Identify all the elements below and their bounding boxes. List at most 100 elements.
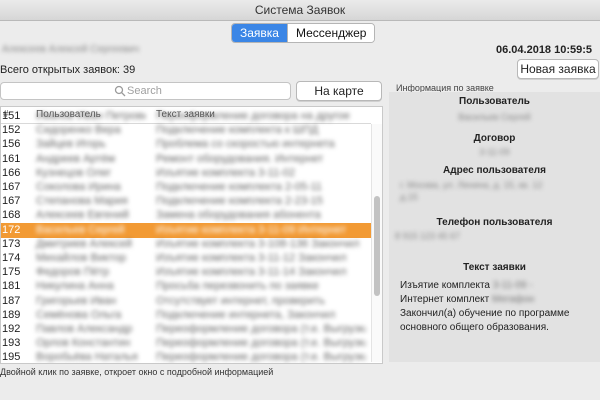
table-row[interactable]: 174 Михайлов Виктор Изъятие комплекта 3-11… — [1, 251, 371, 266]
row-text: Изъятие комплекта 3-11-09 Интернет — [156, 223, 347, 236]
search-placeholder: Search — [127, 85, 162, 97]
current-datetime: 06.04.2018 10:59:5 — [496, 44, 593, 56]
info-user-label: Пользователь — [459, 96, 530, 107]
row-user: Михайлов Виктор — [36, 252, 127, 264]
info-address-label: Адрес пользователя — [443, 165, 546, 176]
window-title: Система Заявок — [254, 3, 346, 17]
mode-segmented-control: Заявка Мессенджер — [231, 23, 376, 43]
info-address-line2: д.15 — [400, 192, 418, 202]
row-text: Изъятие комплекта 3-11-02 — [156, 166, 296, 179]
row-user: Григорьев Иван — [36, 294, 117, 307]
row-user: Алексеев Евгений — [36, 209, 129, 222]
row-user: Семёнова Ольга — [36, 308, 122, 321]
row-number: 168 — [2, 209, 21, 222]
new-request-button[interactable]: Новая заявка — [517, 59, 599, 79]
row-text: Изъятие комплекта 3-11-14 Закончил — [156, 266, 347, 279]
row-user: Васильев Сергей — [36, 223, 125, 236]
row-number: 172 — [2, 223, 21, 236]
row-user: Степанова Мария — [36, 195, 128, 208]
info-request-line4: основного общего образования. — [400, 322, 549, 333]
row-text: Подключение комплекта 2-23-15 — [156, 195, 323, 208]
row-text: Проблема со скоростью интернета — [156, 138, 335, 151]
row-number: 192 — [2, 323, 21, 335]
row-text: Отсутствует интернет, проверить — [156, 294, 325, 307]
row-user: Павлов Александр — [36, 323, 133, 335]
row-user: Федоров Пётр — [36, 266, 110, 279]
row-number: 152 — [2, 124, 21, 137]
table-row[interactable]: 172 Васильев Сергей Изъятие комплекта 3-11… — [1, 222, 371, 238]
info-request-line1-blur: 3-11-09 - — [492, 280, 533, 291]
info-request-line2-blur: Мегафон — [492, 294, 535, 305]
requests-table: # Пользователь Текст заявки 151 Иванов Ив… — [0, 106, 383, 364]
row-text: Изъятие комплекта 3-11-12 Закончил — [156, 252, 347, 264]
table-row[interactable]: 166 Кузнецов Олег Изъятие комплекта 3-11-0… — [1, 166, 371, 181]
row-number: 167 — [2, 181, 21, 193]
row-user: Никулина Анна — [36, 280, 114, 293]
row-number: 193 — [2, 337, 21, 350]
table-row[interactable]: 152 Сидоренко Вера Подключение комплекта к… — [1, 123, 371, 138]
row-text: Ремонт оборудования. Интернет — [156, 152, 324, 165]
table-row[interactable]: 168 Алексеев Евгений Замена оборудования а… — [1, 208, 371, 223]
row-user: Сидоренко Вера — [36, 124, 121, 137]
row-user: Соколова Ирина — [36, 181, 121, 193]
row-number: 166 — [2, 166, 21, 179]
search-input[interactable]: Search — [0, 82, 291, 100]
row-text: Просьба перезвонить по заявке — [156, 280, 319, 293]
open-requests-count: Всего открытых заявок: 39 — [0, 64, 136, 76]
tab-request[interactable]: Заявка — [232, 24, 287, 42]
row-number: 161 — [2, 152, 21, 165]
row-user: Зайцев Игорь — [36, 138, 106, 151]
table-row[interactable]: 161 Андреев Артём Ремонт оборудования. Инт… — [1, 152, 371, 167]
status-bar-hint: Двойной клик по заявке, откроет окно с п… — [0, 367, 274, 377]
row-number: 151 — [2, 110, 21, 122]
row-text: Переоформление договора на другое — [156, 110, 350, 122]
info-request-line3: Закончил(а) обучение по программе — [400, 308, 570, 319]
table-row[interactable]: 187 Григорьев Иван Отсутствует интернет, п… — [1, 294, 371, 309]
table-row[interactable]: 167 Степанова Мария Подключение комплекта … — [1, 194, 371, 209]
search-icon — [114, 85, 126, 97]
row-user: Орлов Константин — [36, 337, 131, 350]
row-user: Иванов Иван Петрович — [36, 110, 146, 122]
row-number: 175 — [2, 266, 21, 279]
row-text: Подключение интернета, Закончил — [156, 308, 336, 321]
table-row[interactable]: 195 Воробьёва Наталья Переоформление догов… — [1, 350, 371, 364]
row-text: Переоформление договора (т.е. Выгрузка — [156, 337, 366, 350]
scrollbar-thumb[interactable] — [374, 196, 380, 296]
row-number: 167 — [2, 195, 21, 208]
row-text: Подключение комплекта 2-05-11 — [156, 181, 323, 193]
row-number: 195 — [2, 351, 21, 364]
info-contract-value: 3-11-09 — [479, 147, 510, 157]
info-request-line1: Изъятие комплекта — [400, 280, 490, 291]
info-request-line2: Интернет комплект — [400, 294, 490, 305]
tab-messenger[interactable]: Мессенджер — [286, 24, 375, 42]
row-text: Изъятие комплекта 3-108-136 Закончил — [156, 237, 360, 250]
on-map-button[interactable]: На карте — [296, 81, 382, 101]
table-row[interactable]: 167 Соколова Ирина Подключение комплекта 2… — [1, 180, 371, 195]
info-request-label: Текст заявки — [463, 262, 526, 273]
table-row[interactable]: 175 Федоров Пётр Изъятие комплекта 3-11-14… — [1, 265, 371, 280]
table-row[interactable]: 181 Никулина Анна Просьба перезвонить по з… — [1, 279, 371, 294]
row-user: Андреев Артём — [36, 152, 116, 165]
table-row[interactable]: 192 Павлов Александр Переоформление догово… — [1, 322, 371, 337]
window-titlebar: Система Заявок — [0, 0, 600, 21]
info-phone-value: 8 915 123 45 67 — [395, 231, 461, 241]
row-text: Переоформление договора (т.е. Выгрузка — [156, 323, 366, 335]
table-row[interactable]: 193 Орлов Константин Переоформление догово… — [1, 336, 371, 351]
row-text: Переоформление договора (т.е. Выгрузка — [156, 351, 366, 364]
table-row[interactable]: 151 Иванов Иван Петрович Переоформление до… — [1, 109, 371, 124]
info-user-value: Васильев Сергей — [458, 112, 531, 122]
row-user: Кузнецов Олег — [36, 166, 112, 179]
row-number: 189 — [2, 308, 21, 321]
table-row[interactable]: 173 Дмитриев Алексей Изъятие комплекта 3-1… — [1, 237, 371, 252]
table-scrollbar[interactable] — [371, 124, 382, 362]
row-text: Подключение комплекта к ШПД — [156, 124, 319, 137]
info-address-line1: г. Москва, ул. Ленина, д. 15, кв. 12 — [400, 180, 543, 190]
row-user: Дмитриев Алексей — [36, 237, 133, 250]
row-number: 187 — [2, 294, 21, 307]
info-request-text: Изъятие комплекта 3-11-09 - Интернет ком… — [400, 279, 596, 335]
row-number: 156 — [2, 138, 21, 151]
table-row[interactable]: 156 Зайцев Игорь Проблема со скоростью инт… — [1, 137, 371, 152]
row-number: 174 — [2, 252, 21, 264]
info-phone-label: Телефон пользователя — [436, 217, 553, 228]
table-row[interactable]: 189 Семёнова Ольга Подключение интернета, … — [1, 308, 371, 323]
